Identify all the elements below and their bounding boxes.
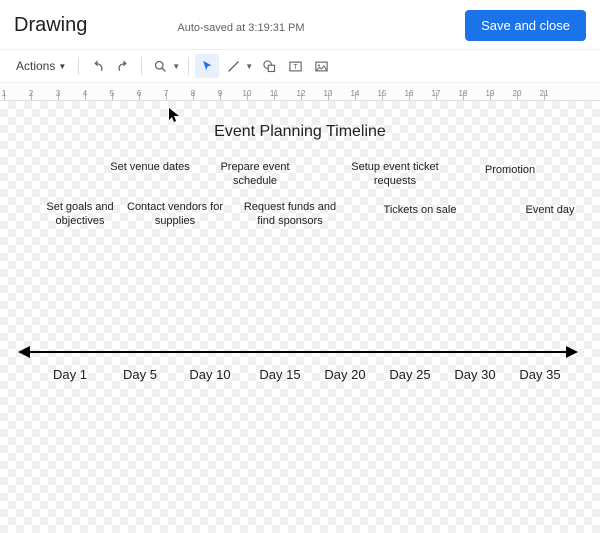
caret-down-icon[interactable]: ▼ [172, 62, 180, 71]
task-prepare-schedule[interactable]: Prepare event schedule [210, 161, 300, 189]
actions-label: Actions [16, 59, 55, 73]
task-setup-ticket-requests[interactable]: Setup event ticket requests [350, 161, 440, 189]
task-request-funds[interactable]: Request funds and find sponsors [235, 201, 345, 229]
save-and-close-button[interactable]: Save and close [465, 10, 586, 41]
ruler-tick: 14 [351, 89, 360, 98]
ruler-tick: 2 [29, 89, 33, 98]
day-label[interactable]: Day 15 [259, 367, 300, 382]
actions-menu[interactable]: Actions ▼ [10, 55, 72, 77]
timeline-arrow[interactable] [18, 343, 578, 361]
cursor-icon [168, 107, 180, 123]
day-label[interactable]: Day 30 [454, 367, 495, 382]
toolbar: Actions ▼ ▼ ▼ T [0, 49, 600, 83]
ruler-tick: 8 [191, 89, 195, 98]
ruler-tick: 19 [486, 89, 495, 98]
separator [78, 57, 79, 75]
day-label[interactable]: Day 25 [389, 367, 430, 382]
day-label[interactable]: Day 10 [189, 367, 230, 382]
separator [188, 57, 189, 75]
svg-text:T: T [293, 64, 298, 71]
ruler-tick: 7 [164, 89, 168, 98]
day-label[interactable]: Day 1 [53, 367, 87, 382]
ruler-tick: 9 [218, 89, 222, 98]
ruler-tick: 21 [540, 89, 549, 98]
task-tickets-on-sale[interactable]: Tickets on sale [375, 204, 465, 218]
header-bar: Drawing Auto-saved at 3:19:31 PM Save an… [0, 0, 600, 49]
shape-tool[interactable] [257, 54, 281, 78]
ruler-tick: 4 [83, 89, 87, 98]
redo-button[interactable] [111, 54, 135, 78]
ruler-tick: 17 [432, 89, 441, 98]
task-contact-vendors[interactable]: Contact vendors for supplies [125, 201, 225, 229]
zoom-button[interactable] [148, 54, 172, 78]
ruler-tick: 13 [324, 89, 333, 98]
autosave-status: Auto-saved at 3:19:31 PM [177, 22, 304, 34]
undo-button[interactable] [85, 54, 109, 78]
line-tool[interactable] [221, 54, 245, 78]
ruler-tick: 12 [297, 89, 306, 98]
caret-down-icon: ▼ [58, 62, 66, 71]
day-label[interactable]: Day 20 [324, 367, 365, 382]
ruler-tick: 15 [378, 89, 387, 98]
drawing-title[interactable]: Event Planning Timeline [0, 123, 600, 141]
ruler-tick: 6 [137, 89, 141, 98]
ruler-tick: 18 [459, 89, 468, 98]
day-label[interactable]: Day 35 [519, 367, 560, 382]
image-tool[interactable] [309, 54, 333, 78]
ruler-tick: 20 [513, 89, 522, 98]
task-promotion[interactable]: Promotion [470, 164, 550, 178]
separator [141, 57, 142, 75]
task-event-day[interactable]: Event day [510, 204, 590, 218]
ruler-tick: 3 [56, 89, 60, 98]
ruler-tick: 11 [270, 89, 278, 98]
ruler-tick: 1 [2, 89, 6, 98]
caret-down-icon[interactable]: ▼ [245, 62, 253, 71]
task-set-goals[interactable]: Set goals and objectives [35, 201, 125, 229]
horizontal-ruler: 123456789101112131415161718192021 [0, 83, 600, 101]
dialog-title: Drawing [14, 14, 87, 37]
ruler-tick: 5 [110, 89, 114, 98]
day-label[interactable]: Day 5 [123, 367, 157, 382]
ruler-tick: 10 [243, 89, 252, 98]
drawing-canvas[interactable]: Event Planning Timeline Set venue dates … [0, 101, 600, 533]
textbox-tool[interactable]: T [283, 54, 307, 78]
ruler-tick: 16 [405, 89, 414, 98]
select-tool[interactable] [195, 54, 219, 78]
task-set-venue-dates[interactable]: Set venue dates [110, 161, 190, 175]
